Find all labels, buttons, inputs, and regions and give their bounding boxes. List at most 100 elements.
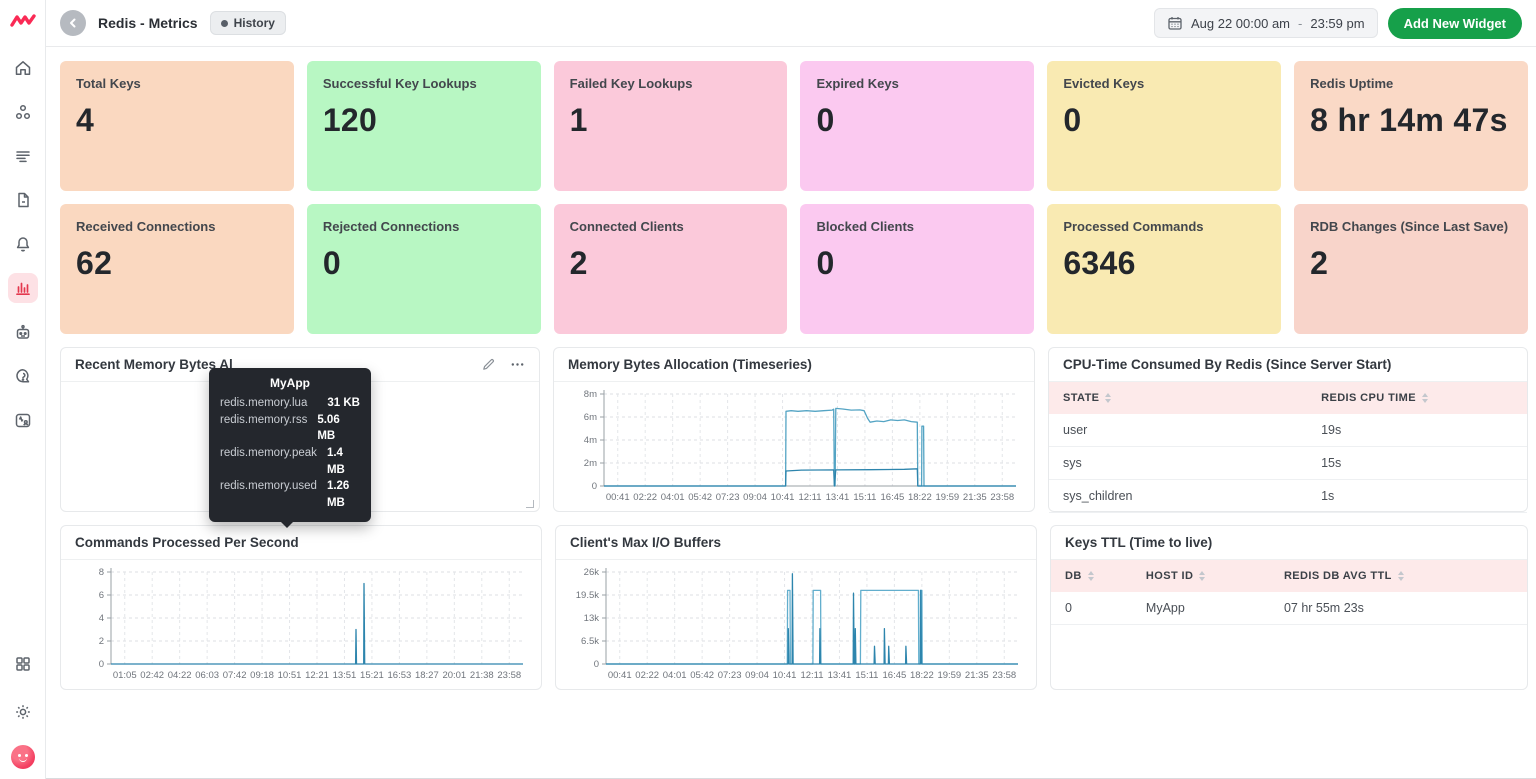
column-header-state[interactable]: STATE: [1049, 382, 1307, 414]
svg-text:05:42: 05:42: [690, 670, 714, 681]
svg-text:18:22: 18:22: [908, 492, 932, 503]
table-row[interactable]: user19s: [1049, 414, 1527, 447]
svg-text:15:11: 15:11: [855, 670, 878, 681]
services-icon[interactable]: [8, 97, 38, 127]
sort-icon[interactable]: [1105, 393, 1111, 403]
widget-header: Memory Bytes Allocation (Timeseries): [554, 348, 1034, 382]
svg-text:09:04: 09:04: [745, 670, 769, 681]
stat-card-grid: Total Keys 4 Successful Key Lookups 120 …: [60, 61, 1528, 334]
widget-recent-memory-allocation: Recent Memory Bytes Al MyApp redis.memor…: [60, 347, 540, 512]
svg-text:21:35: 21:35: [965, 670, 989, 681]
line-chart-body[interactable]: 06.5k13k19.5k26k00:4102:2204:0105:4207:2…: [556, 560, 1036, 690]
apps-grid-icon[interactable]: [8, 649, 38, 679]
widget-grid-row-1: Recent Memory Bytes Al MyApp redis.memor…: [60, 347, 1528, 512]
widget-header: Commands Processed Per Second: [61, 526, 541, 560]
more-options-icon[interactable]: [510, 357, 525, 372]
home-icon[interactable]: [8, 53, 38, 83]
stat-card-rdb-changes[interactable]: RDB Changes (Since Last Save) 2: [1294, 204, 1528, 334]
svg-text:04:01: 04:01: [661, 492, 685, 503]
column-header-db[interactable]: DB: [1051, 560, 1132, 592]
stat-card-processed-commands[interactable]: Processed Commands 6346: [1047, 204, 1281, 334]
svg-text:13k: 13k: [584, 613, 600, 624]
chart-tooltip: MyApp redis.memory.lua31 KB redis.memory…: [209, 368, 371, 522]
svg-text:4: 4: [99, 613, 104, 624]
stat-card-blocked-clients[interactable]: Blocked Clients 0: [800, 204, 1034, 334]
stat-card-failed-key-lookups[interactable]: Failed Key Lookups 1: [554, 61, 788, 191]
sort-icon[interactable]: [1398, 571, 1404, 581]
column-header-redis-cpu-time[interactable]: REDIS CPU TIME: [1307, 382, 1527, 414]
svg-text:21:35: 21:35: [963, 492, 987, 503]
svg-text:02:22: 02:22: [635, 670, 659, 681]
svg-text:16:45: 16:45: [881, 492, 905, 503]
edit-pencil-icon[interactable]: [481, 357, 496, 372]
dashboards-icon[interactable]: [8, 273, 38, 303]
sort-icon[interactable]: [1088, 571, 1094, 581]
widget-title: Commands Processed Per Second: [75, 535, 299, 550]
stat-card-total-keys[interactable]: Total Keys 4: [60, 61, 294, 191]
add-new-widget-button[interactable]: Add New Widget: [1388, 8, 1522, 39]
widget-header: Client's Max I/O Buffers: [556, 526, 1036, 560]
stat-card-rejected-connections[interactable]: Rejected Connections 0: [307, 204, 541, 334]
column-header-redis-db-avg-ttl[interactable]: REDIS DB AVG TTL: [1270, 560, 1527, 592]
stat-card-received-connections[interactable]: Received Connections 62: [60, 204, 294, 334]
svg-text:12:11: 12:11: [800, 670, 823, 681]
svg-text:23:58: 23:58: [992, 670, 1016, 681]
line-chart-body[interactable]: 0246801:0502:4204:2206:0307:4209:1810:51…: [61, 560, 541, 690]
column-header-host-id[interactable]: HOST ID: [1132, 560, 1270, 592]
keys-ttl-table: DB HOST ID REDIS DB AVG TTL 0MyApp07 hr …: [1051, 560, 1527, 625]
stat-card-redis-uptime[interactable]: Redis Uptime 8 hr 14m 47s: [1294, 61, 1528, 191]
svg-text:07:23: 07:23: [716, 492, 740, 503]
svg-text:6m: 6m: [584, 412, 597, 423]
widget-title: Client's Max I/O Buffers: [570, 535, 721, 550]
svg-text:4m: 4m: [584, 435, 597, 446]
sort-icon[interactable]: [1422, 393, 1428, 403]
widget-title: Memory Bytes Allocation (Timeseries): [568, 357, 812, 372]
svg-text:06:03: 06:03: [195, 670, 219, 681]
table-row[interactable]: sys_children1s: [1049, 480, 1527, 513]
table-row[interactable]: 0MyApp07 hr 55m 23s: [1051, 592, 1527, 625]
stat-card-evicted-keys[interactable]: Evicted Keys 0: [1047, 61, 1281, 191]
svg-text:13:51: 13:51: [333, 670, 357, 681]
tooltip-title: MyApp: [220, 376, 360, 390]
date-range-start: Aug 22 00:00 am: [1191, 16, 1290, 31]
table-row[interactable]: sys15s: [1049, 447, 1527, 480]
svg-text:2: 2: [99, 636, 104, 647]
svg-text:09:18: 09:18: [250, 670, 274, 681]
svg-text:6.5k: 6.5k: [581, 636, 599, 647]
bot-icon[interactable]: [8, 317, 38, 347]
commands-per-second-chart: 0246801:0502:4204:2206:0307:4209:1810:51…: [73, 562, 529, 688]
svg-text:8m: 8m: [584, 389, 597, 400]
svg-text:05:42: 05:42: [688, 492, 712, 503]
back-button[interactable]: [60, 10, 86, 36]
svg-text:6: 6: [99, 590, 104, 601]
middleware-logo-icon[interactable]: [10, 12, 36, 35]
settings-gear-icon[interactable]: [8, 697, 38, 727]
alerts-bell-icon[interactable]: [8, 229, 38, 259]
history-badge[interactable]: History: [210, 11, 286, 35]
logs-icon[interactable]: [8, 141, 38, 171]
svg-text:23:58: 23:58: [990, 492, 1014, 503]
widget-resize-handle[interactable]: [526, 500, 534, 508]
tooltip-value: 1.26 MB: [327, 478, 360, 511]
traces-icon[interactable]: [8, 185, 38, 215]
svg-text:13:41: 13:41: [828, 670, 852, 681]
calendar-icon: [1167, 15, 1183, 31]
svg-text:01:05: 01:05: [113, 670, 137, 681]
widget-actions: [481, 357, 525, 372]
stat-card-successful-key-lookups[interactable]: Successful Key Lookups 120: [307, 61, 541, 191]
svg-text:15:21: 15:21: [360, 670, 384, 681]
date-range-picker[interactable]: Aug 22 00:00 am - 23:59 pm: [1154, 8, 1378, 38]
user-avatar[interactable]: [11, 745, 35, 769]
svg-text:02:42: 02:42: [140, 670, 164, 681]
svg-text:13:41: 13:41: [826, 492, 850, 503]
svg-text:8: 8: [99, 567, 104, 578]
stat-card-connected-clients[interactable]: Connected Clients 2: [554, 204, 788, 334]
stat-card-expired-keys[interactable]: Expired Keys 0: [800, 61, 1034, 191]
honeycomb-chart-body: MyApp redis.memory.lua31 KB redis.memory…: [61, 382, 539, 512]
svg-text:0: 0: [99, 659, 104, 670]
sort-icon[interactable]: [1199, 571, 1205, 581]
support-chat-icon[interactable]: [8, 361, 38, 391]
line-chart-body[interactable]: 02m4m6m8m00:4102:2204:0105:4207:2309:041…: [554, 382, 1034, 512]
svg-text:19:59: 19:59: [937, 670, 961, 681]
rum-icon[interactable]: [8, 405, 38, 435]
